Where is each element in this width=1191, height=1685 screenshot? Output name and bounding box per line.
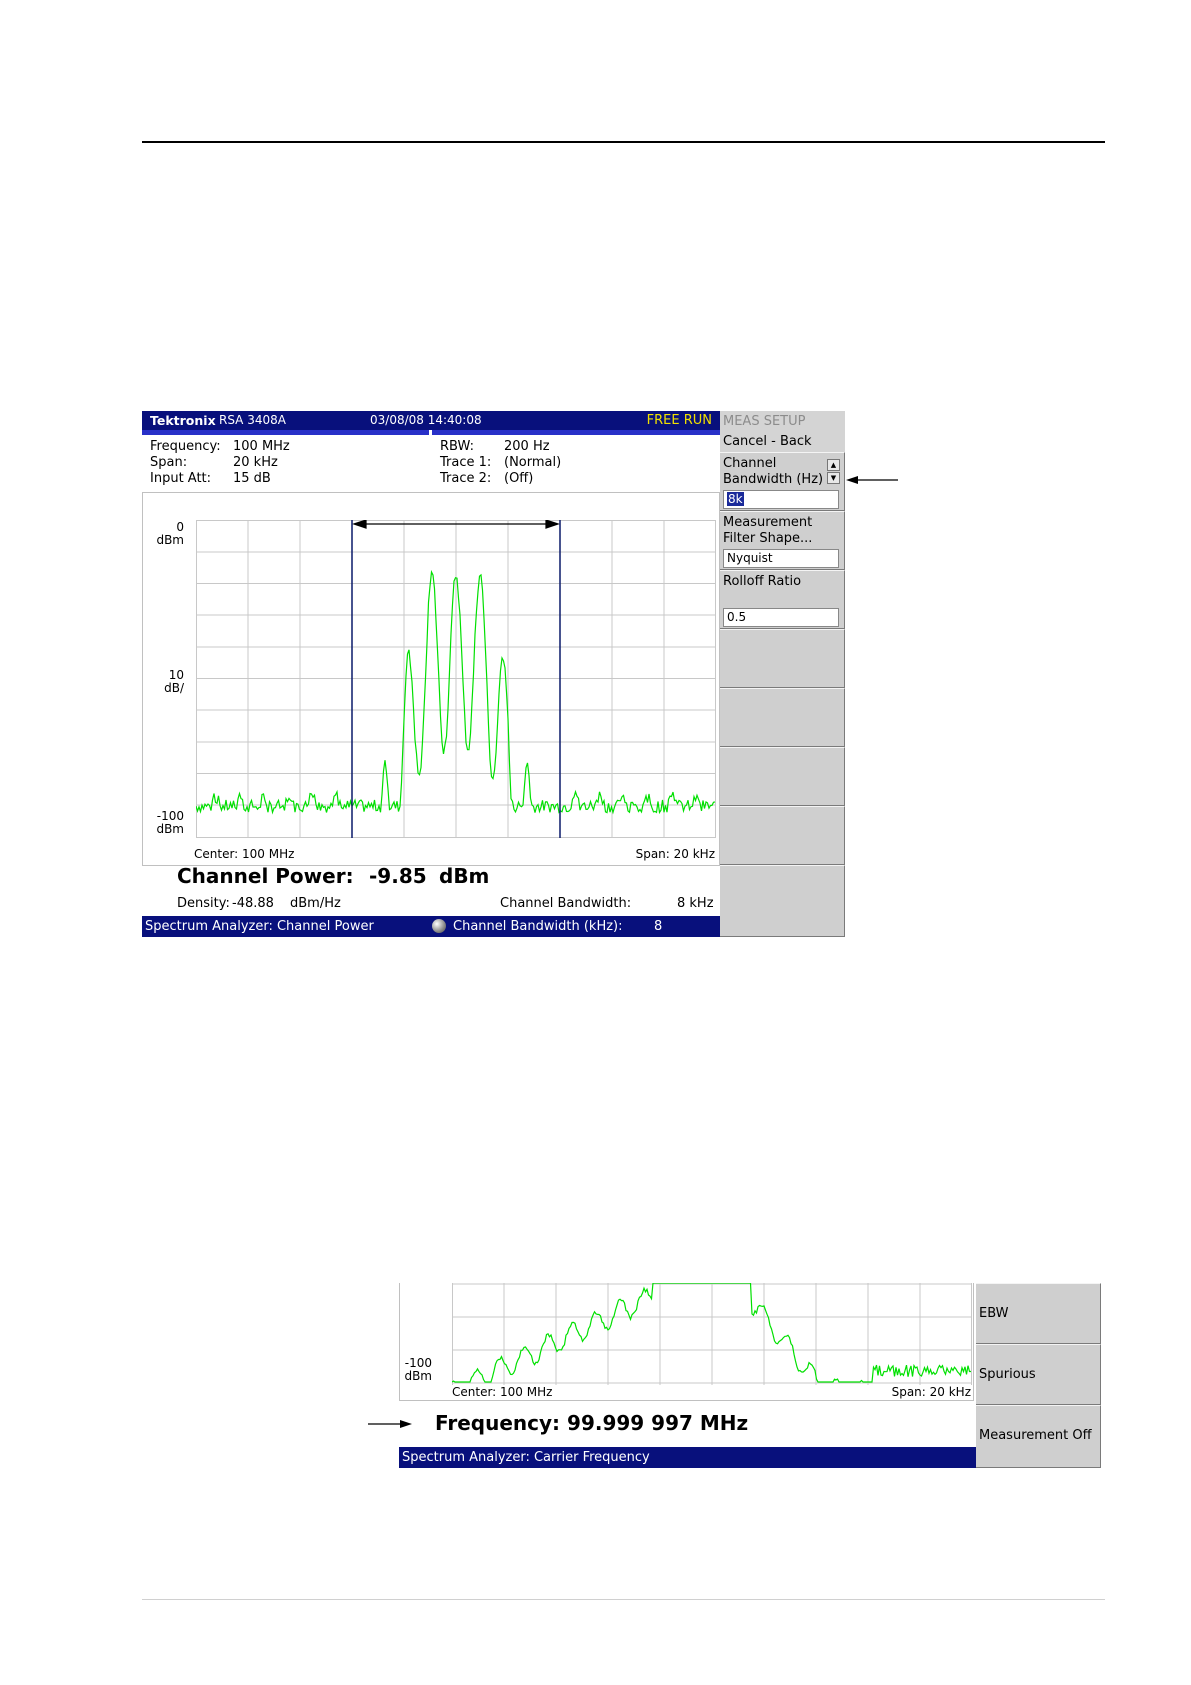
measurement-off-label: Measurement Off xyxy=(979,1428,1092,1443)
filter-shape-line2: Filter Shape... xyxy=(723,531,813,546)
channel-bw-value: 8 kHz xyxy=(677,896,714,911)
status-param-value: 8 xyxy=(654,919,663,934)
model-name: RSA 3408A xyxy=(219,413,286,427)
y-scale-unit: dB/ xyxy=(164,681,184,695)
status-bar-2: Spectrum Analyzer: Carrier Frequency xyxy=(399,1447,976,1468)
filter-shape-button[interactable]: Measurement Filter Shape... Nyquist xyxy=(720,511,845,570)
y-bottom-unit: dBm xyxy=(156,822,184,836)
span-readout: Span: 20 kHz xyxy=(635,847,715,861)
spin-up-icon[interactable]: ▲ xyxy=(827,459,840,471)
measurement-off-button[interactable]: Measurement Off xyxy=(976,1405,1101,1468)
brand-logo: Tektronix xyxy=(150,413,216,428)
channel-bandwidth-line1: Channel xyxy=(723,456,777,471)
spurious-button[interactable]: Spurious xyxy=(976,1344,1101,1405)
menu-button-empty-2[interactable] xyxy=(720,688,845,747)
filter-shape-line1: Measurement xyxy=(723,515,813,530)
frequency-label: Frequency: xyxy=(150,439,221,454)
span-value: 20 kHz xyxy=(233,455,278,470)
side-menu: MEAS SETUP Cancel - Back Channel Bandwid… xyxy=(720,411,845,937)
status-mode-2: Spectrum Analyzer: Carrier Frequency xyxy=(402,1450,650,1465)
y-bottom-unit-2: dBm xyxy=(404,1369,432,1383)
channel-bw-label: Channel Bandwidth: xyxy=(500,896,632,911)
center-frequency: Center: 100 MHz xyxy=(194,847,295,861)
status-param-label: Channel Bandwidth (kHz): xyxy=(453,919,623,934)
span-readout-2: Span: 20 kHz xyxy=(891,1385,971,1399)
menu-button-empty-5[interactable] xyxy=(720,865,845,937)
channel-power-label: Channel Power: xyxy=(177,864,354,888)
footer-rule xyxy=(142,1599,1105,1600)
channel-bandwidth-button[interactable]: Channel Bandwidth (Hz) ▲ ▼ 8k xyxy=(720,452,845,511)
knob-icon xyxy=(432,919,446,933)
menu-button-empty-3[interactable] xyxy=(720,747,845,806)
rolloff-ratio-button[interactable]: Rolloff Ratio 0.5 xyxy=(720,570,845,629)
spectrum-plot: 0 dBm 10 dB/ -100 dBm Center: 100 MHz Sp… xyxy=(142,492,720,866)
ebw-button[interactable]: EBW xyxy=(976,1283,1101,1344)
spin-down-icon[interactable]: ▼ xyxy=(827,472,840,484)
trace1-value: (Normal) xyxy=(504,455,562,470)
side-menu-2: EBW Spurious Measurement Off xyxy=(976,1283,1101,1468)
channel-power-unit: dBm xyxy=(439,864,490,888)
trace1-label: Trace 1: xyxy=(440,455,492,470)
menu-header: MEAS SETUP Cancel - Back xyxy=(720,411,845,453)
trace2-value: (Off) xyxy=(504,471,534,486)
title-underline xyxy=(142,430,720,435)
span-label: Span: xyxy=(150,455,188,470)
channel-bandwidth-input[interactable]: 8k xyxy=(723,490,839,509)
run-status[interactable]: FREE RUN xyxy=(647,411,712,430)
channel-bandwidth-line2: Bandwidth (Hz) xyxy=(723,472,824,487)
settings-panel: Frequency: 100 MHz Span: 20 kHz Input At… xyxy=(150,439,710,489)
graticule xyxy=(196,520,716,838)
menu-button-empty-1[interactable] xyxy=(720,629,845,688)
channel-power-value: -9.85 xyxy=(369,864,427,888)
frequency-value: 100 MHz xyxy=(233,439,290,454)
channel-power-screen: Tektronix RSA 3408A 03/08/08 14:40:08 FR… xyxy=(142,411,845,937)
title-bar: Tektronix RSA 3408A 03/08/08 14:40:08 FR… xyxy=(142,411,720,430)
density-value: -48.88 xyxy=(232,896,274,911)
ebw-label: EBW xyxy=(979,1306,1009,1321)
spectrum-graph-crop xyxy=(452,1283,972,1385)
carrier-frequency-readout: Frequency: 99.999 997 MHz xyxy=(435,1411,749,1435)
menu-button-empty-4[interactable] xyxy=(720,806,845,865)
rolloff-ratio-field[interactable]: 0.5 xyxy=(723,608,839,627)
cancel-back-button[interactable]: Cancel - Back xyxy=(723,434,812,449)
spurious-label: Spurious xyxy=(979,1367,1036,1382)
input-att-value: 15 dB xyxy=(233,471,271,486)
density-label: Density: xyxy=(177,896,230,911)
spectrum-graph xyxy=(196,520,716,838)
status-mode: Spectrum Analyzer: Channel Power xyxy=(145,919,374,934)
header-rule xyxy=(142,141,1105,143)
spectrum-plot-crop: -100 dBm Center: 100 MHz Span: 20 kHz xyxy=(399,1283,974,1401)
rolloff-ratio-label: Rolloff Ratio xyxy=(723,574,802,589)
input-att-label: Input Att: xyxy=(150,471,212,486)
y-top-unit: dBm xyxy=(156,533,184,547)
channel-bandwidth-value: 8k xyxy=(727,492,744,506)
status-bar: Spectrum Analyzer: Channel Power Channel… xyxy=(142,916,720,937)
callout-arrow-1 xyxy=(846,476,898,484)
callout-arrow-2 xyxy=(368,1420,412,1428)
trace2-label: Trace 2: xyxy=(440,471,492,486)
rbw-label: RBW: xyxy=(440,439,474,454)
density-unit: dBm/Hz xyxy=(290,896,341,911)
filter-shape-field[interactable]: Nyquist xyxy=(723,549,839,568)
center-frequency-2: Center: 100 MHz xyxy=(452,1385,553,1399)
carrier-frequency-screen: -100 dBm Center: 100 MHz Span: 20 kHz Fr… xyxy=(399,1283,1101,1468)
rbw-value: 200 Hz xyxy=(504,439,550,454)
menu-title: MEAS SETUP xyxy=(723,414,806,429)
datetime: 03/08/08 14:40:08 xyxy=(370,413,482,427)
